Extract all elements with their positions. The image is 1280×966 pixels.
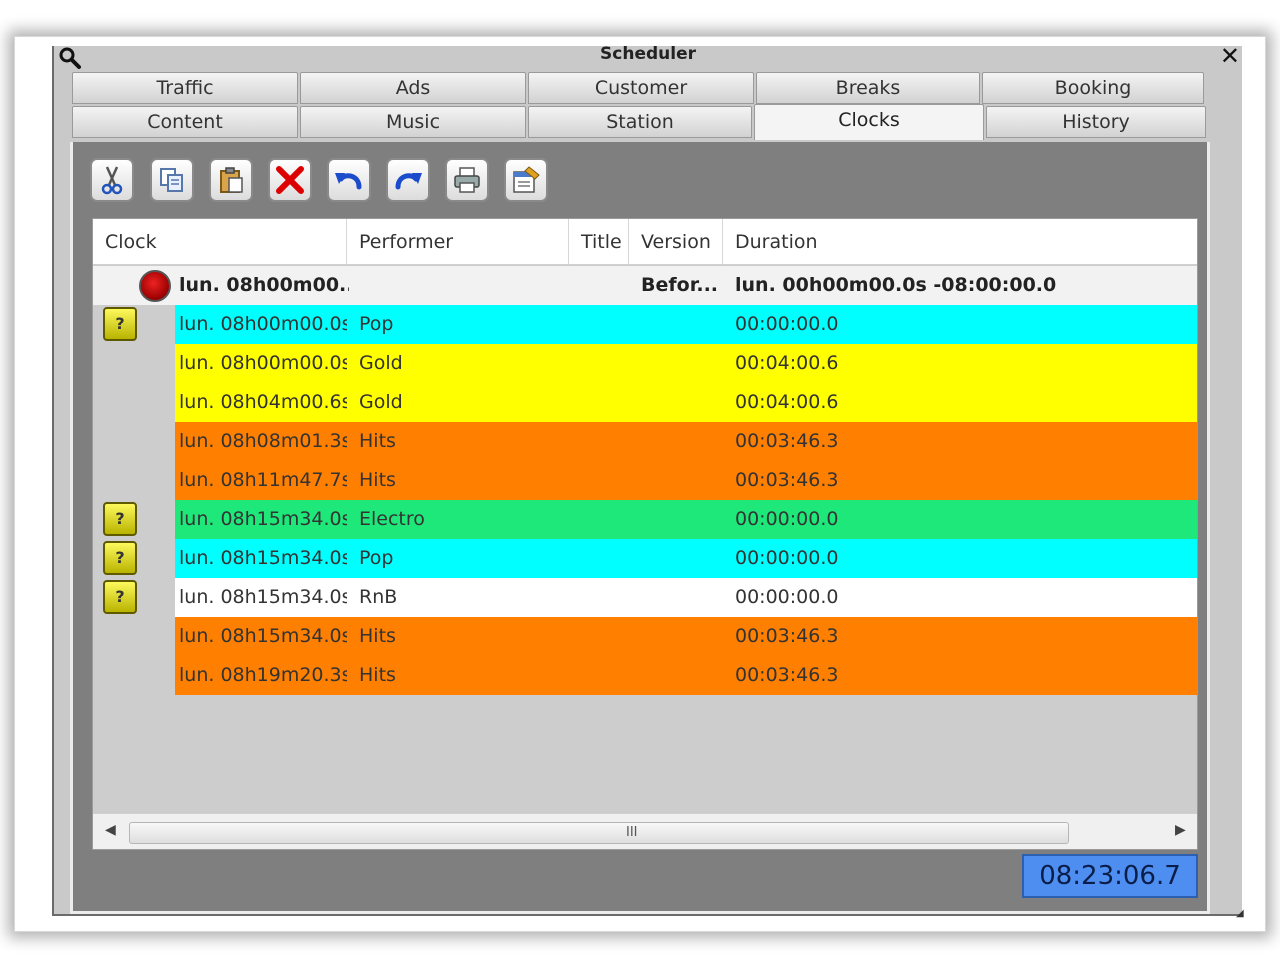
cell-duration: 00:00:00.0 [735,508,839,530]
copy-icon [160,168,183,192]
column-header-duration[interactable]: Duration [723,219,1197,265]
title-bar: Scheduler ✕ [54,44,1242,69]
table-row[interactable]: ? lun. 08h15m34.0s Electro 00:00:00.0 [93,500,1197,539]
cell-performer: Gold [359,352,403,374]
table-row[interactable]: lun. 08h15m34.0s Hits 00:03:46.3 [93,617,1197,656]
properties-button[interactable] [504,158,548,202]
tab-clocks[interactable]: Clocks [754,104,984,140]
tab-booking[interactable]: Booking [982,72,1204,104]
cell-clock: lun. 08h11m47.7s [179,469,347,491]
copy-button[interactable] [150,158,194,202]
cell-clock: lun. 08h08m01.3s [179,430,347,452]
red-x-icon [276,166,304,194]
scroll-left-arrow-icon[interactable]: ◀ [105,822,116,838]
cell-performer: Hits [359,625,396,647]
cell-duration: 00:00:00.0 [735,547,839,569]
column-header-clock[interactable]: Clock [93,219,347,265]
cell-clock: lun. 08h04m00.6s [179,391,347,413]
tab-music[interactable]: Music [300,106,526,138]
window-title: Scheduler [600,44,696,64]
scissors-icon [101,166,123,195]
column-header-version[interactable]: Version [629,219,723,265]
cell-clock: lun. 08h15m34.0s [179,547,347,569]
redo-button[interactable] [386,158,430,202]
current-time-display: 08:23:06.7 [1022,854,1198,898]
cell-duration: 00:03:46.3 [735,625,839,647]
cell-performer: Hits [359,430,396,452]
column-header-title[interactable]: Title [569,219,629,265]
table-row[interactable]: ? lun. 08h15m34.0s Pop 00:00:00.0 [93,539,1197,578]
tab-breaks[interactable]: Breaks [756,72,980,104]
row-gutter [93,461,175,500]
cell-duration: 00:00:00.0 [735,586,839,608]
printer-icon [454,167,480,193]
row-gutter [93,383,175,422]
table-row[interactable]: lun. 08h08m01.3s Hits 00:03:46.3 [93,422,1197,461]
cell-clock: lun. 08h00m00.... [179,274,349,296]
cell-clock: lun. 08h19m20.3s [179,664,347,686]
cell-duration: 00:03:46.3 [735,469,839,491]
redo-arrow-icon [395,173,422,190]
cell-performer: Pop [359,547,394,569]
scroll-right-arrow-icon[interactable]: ▶ [1175,822,1186,838]
clock-grid: Clock Performer Title Version Duration l… [92,218,1198,850]
scheduler-window: Scheduler ✕ Traffic Ads Customer Breaks … [52,44,1244,919]
cell-clock: lun. 08h15m34.0s [179,586,347,608]
cell-performer: Pop [359,313,394,335]
question-badge-icon[interactable]: ? [103,580,137,614]
grid-header: Clock Performer Title Version Duration [93,219,1197,265]
undo-button[interactable] [327,158,371,202]
table-row[interactable]: ? lun. 08h00m00.0s Pop 00:00:00.0 [93,305,1197,344]
question-badge-icon[interactable]: ? [103,502,137,536]
tab-ads[interactable]: Ads [300,72,526,104]
row-gutter [93,422,175,461]
cell-duration: 00:04:00.6 [735,352,839,374]
cell-clock: lun. 08h00m00.0s [179,352,347,374]
close-icon[interactable]: ✕ [1220,44,1240,68]
row-gutter [93,617,175,656]
resize-grip-icon[interactable]: ◢ [1236,908,1246,919]
table-row[interactable]: lun. 08h11m47.7s Hits 00:03:46.3 [93,461,1197,500]
cell-clock: lun. 08h15m34.0s [179,625,347,647]
tab-customer[interactable]: Customer [528,72,754,104]
paste-button[interactable] [209,158,253,202]
tab-traffic[interactable]: Traffic [72,72,298,104]
column-header-performer[interactable]: Performer [347,219,569,265]
delete-button[interactable] [268,158,312,202]
cell-version: Befor... [641,274,719,296]
table-row[interactable]: lun. 08h00m00.0s Gold 00:04:00.6 [93,344,1197,383]
question-badge-icon[interactable]: ? [103,541,137,575]
clock-header-row[interactable]: lun. 08h00m00.... Befor... lun. 00h00m00… [93,266,1197,305]
cell-duration: 00:00:00.0 [735,313,839,335]
cell-clock: lun. 08h15m34.0s [179,508,347,530]
tab-station[interactable]: Station [528,106,752,138]
scrollbar-grip: III [626,825,638,840]
row-gutter [93,656,175,695]
cell-performer: Electro [359,508,425,530]
paste-icon [220,167,243,193]
scrollbar-thumb[interactable]: III [129,822,1069,844]
cell-clock: lun. 08h00m00.0s [179,313,347,335]
undo-arrow-icon [335,173,362,190]
cut-button[interactable] [90,158,134,202]
cell-duration: 00:03:46.3 [735,664,839,686]
tab-content[interactable]: Content [72,106,298,138]
red-status-icon [139,270,171,302]
cell-duration: 00:03:46.3 [735,430,839,452]
cell-performer: Hits [359,664,396,686]
print-button[interactable] [445,158,489,202]
row-gutter [93,344,175,383]
properties-icon [513,166,540,193]
tab-history[interactable]: History [986,106,1206,138]
cell-performer: RnB [359,586,398,608]
cell-duration: 00:04:00.6 [735,391,839,413]
cell-performer: Hits [359,469,396,491]
question-badge-icon[interactable]: ? [103,307,137,341]
table-row[interactable]: ? lun. 08h15m34.0s RnB 00:00:00.0 [93,578,1197,617]
horizontal-scrollbar[interactable]: ◀ III ▶ [93,813,1197,849]
cell-performer: Gold [359,391,403,413]
table-row[interactable]: lun. 08h04m00.6s Gold 00:04:00.6 [93,383,1197,422]
table-row[interactable]: lun. 08h19m20.3s Hits 00:03:46.3 [93,656,1197,695]
cell-duration: lun. 00h00m00.0s -08:00:00.0 [735,274,1057,296]
